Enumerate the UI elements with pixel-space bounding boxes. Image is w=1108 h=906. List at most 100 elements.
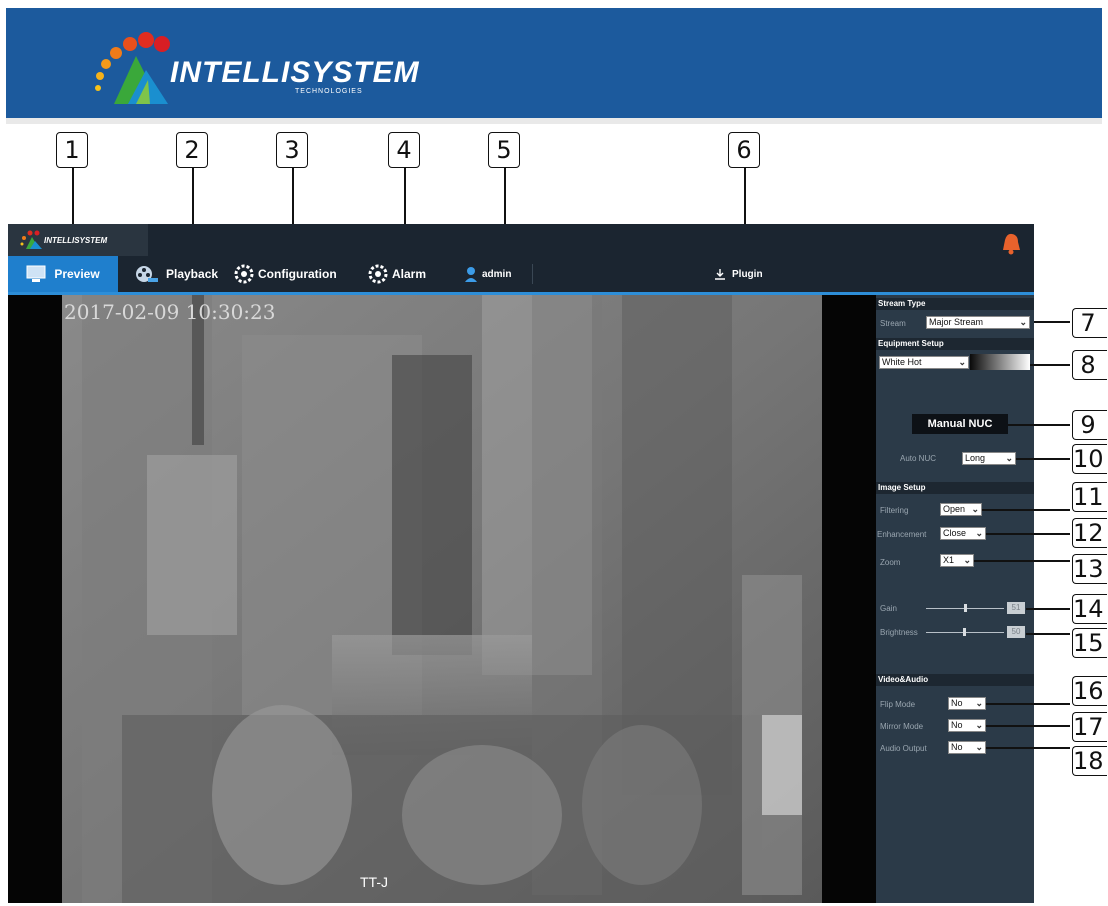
banner-divider [6, 118, 1102, 124]
callout-15: 15 [1072, 628, 1107, 658]
callout-13-leader [974, 560, 1070, 562]
chevron-down-icon: ⌄ [975, 528, 983, 538]
chevron-down-icon: ⌄ [971, 504, 979, 514]
chevron-down-icon: ⌄ [1019, 317, 1027, 327]
callout-17: 17 [1072, 712, 1107, 742]
audio-output-select[interactable]: No ⌄ [948, 741, 986, 754]
film-reel-icon [136, 266, 158, 282]
nav-separator [532, 264, 533, 284]
gain-slider-handle[interactable] [964, 604, 967, 612]
callout-9: 9 [1072, 410, 1107, 440]
brand-name: INTELLISYSTEM [170, 56, 420, 89]
callout-7-leader [1034, 321, 1070, 323]
tab-configuration[interactable]: Configuration [234, 256, 337, 292]
zoom-select[interactable]: X1 ⌄ [940, 554, 974, 567]
gain-value: 51 [1007, 602, 1025, 614]
chevron-down-icon: ⌄ [975, 698, 983, 708]
callout-4: 4 [388, 132, 420, 168]
callout-3: 3 [276, 132, 308, 168]
callout-15-leader [1026, 633, 1070, 635]
plugin-download[interactable]: Plugin [714, 256, 763, 292]
tab-preview[interactable]: Preview [8, 256, 118, 292]
brightness-value: 50 [1007, 626, 1025, 638]
brightness-slider-handle[interactable] [963, 628, 966, 636]
filtering-select-value: Open [943, 504, 966, 514]
flip-mode-select-value: No [951, 698, 963, 708]
callout-14-leader [1026, 608, 1070, 610]
section-image-setup: Image Setup [876, 482, 1034, 494]
video-letterbox-left [8, 295, 62, 903]
filtering-label: Filtering [880, 506, 909, 515]
callout-17-leader [986, 725, 1070, 727]
stream-label: Stream [880, 319, 906, 328]
callout-8: 8 [1072, 350, 1107, 380]
tab-preview-label: Preview [54, 267, 100, 281]
download-icon [715, 269, 725, 280]
mirror-mode-select[interactable]: No ⌄ [948, 719, 986, 732]
callout-12: 12 [1072, 518, 1107, 548]
callout-7: 7 [1072, 308, 1107, 338]
callout-10-leader [1016, 458, 1070, 460]
logo-mark-icon [95, 32, 170, 104]
alarm-gear-icon [368, 264, 388, 284]
auto-nuc-select-value: Long [965, 453, 986, 463]
thermal-scene-image [62, 295, 822, 903]
alarm-bell-icon[interactable] [998, 230, 1022, 256]
monitor-icon [26, 265, 46, 282]
stream-select[interactable]: Major Stream ⌄ [926, 316, 1030, 329]
plugin-label: Plugin [732, 268, 763, 280]
chevron-down-icon: ⌄ [1005, 453, 1013, 463]
callout-18-leader [986, 747, 1070, 749]
callout-11-leader [982, 509, 1070, 511]
gain-label: Gain [880, 604, 897, 613]
tab-playback[interactable]: Playback [134, 256, 218, 292]
manual-nuc-button[interactable]: Manual NUC [912, 414, 1008, 434]
palette-gradient-preview [970, 354, 1030, 370]
chevron-down-icon: ⌄ [975, 720, 983, 730]
tab-configuration-label: Configuration [258, 267, 337, 281]
flip-mode-select[interactable]: No ⌄ [948, 697, 986, 710]
callout-11: 11 [1072, 482, 1107, 512]
chevron-down-icon: ⌄ [963, 555, 971, 565]
palette-select[interactable]: White Hot ⌄ [879, 356, 969, 369]
section-equipment-setup: Equipment Setup [876, 338, 1034, 350]
audio-output-label: Audio Output [880, 744, 927, 753]
callout-10: 10 [1072, 444, 1107, 474]
callout-12-leader [986, 533, 1070, 535]
callout-1-leader [72, 168, 74, 224]
app-logo-text: INTELLISYSTEM [44, 236, 108, 245]
auto-nuc-select[interactable]: Long ⌄ [962, 452, 1016, 465]
enhancement-select[interactable]: Close ⌄ [940, 527, 986, 540]
video-view[interactable] [62, 295, 822, 903]
section-stream-type: Stream Type [876, 298, 1034, 310]
stream-select-value: Major Stream [929, 317, 984, 327]
zoom-select-value: X1 [943, 555, 955, 565]
callout-16: 16 [1072, 676, 1107, 706]
palette-select-value: White Hot [882, 357, 922, 367]
tab-playback-label: Playback [166, 267, 219, 281]
tab-alarm[interactable]: Alarm [368, 256, 426, 292]
flip-mode-label: Flip Mode [880, 700, 916, 709]
gear-icon [234, 264, 254, 284]
filtering-select[interactable]: Open ⌄ [940, 503, 982, 516]
callout-16-leader [986, 703, 1070, 705]
zoom-label: Zoom [880, 558, 901, 567]
callout-13: 13 [1072, 554, 1107, 584]
enhancement-label: Enhancement [877, 530, 927, 539]
section-video-audio: Video&Audio [876, 674, 1034, 686]
app-logo-icon [20, 230, 42, 249]
chevron-down-icon: ⌄ [958, 357, 966, 367]
callout-6: 6 [728, 132, 760, 168]
callout-1: 1 [56, 132, 88, 168]
callout-9-leader [1008, 424, 1070, 426]
auto-nuc-label: Auto NUC [900, 454, 937, 463]
chevron-down-icon: ⌄ [975, 742, 983, 752]
mirror-mode-select-value: No [951, 720, 963, 730]
video-channel-name: TT-J [360, 874, 388, 890]
user-name: admin [482, 268, 512, 280]
callout-2: 2 [176, 132, 208, 168]
tab-alarm-label: Alarm [392, 267, 427, 281]
app-header [8, 224, 1034, 256]
user-menu[interactable]: admin [464, 256, 511, 292]
callout-18: 18 [1072, 746, 1107, 776]
